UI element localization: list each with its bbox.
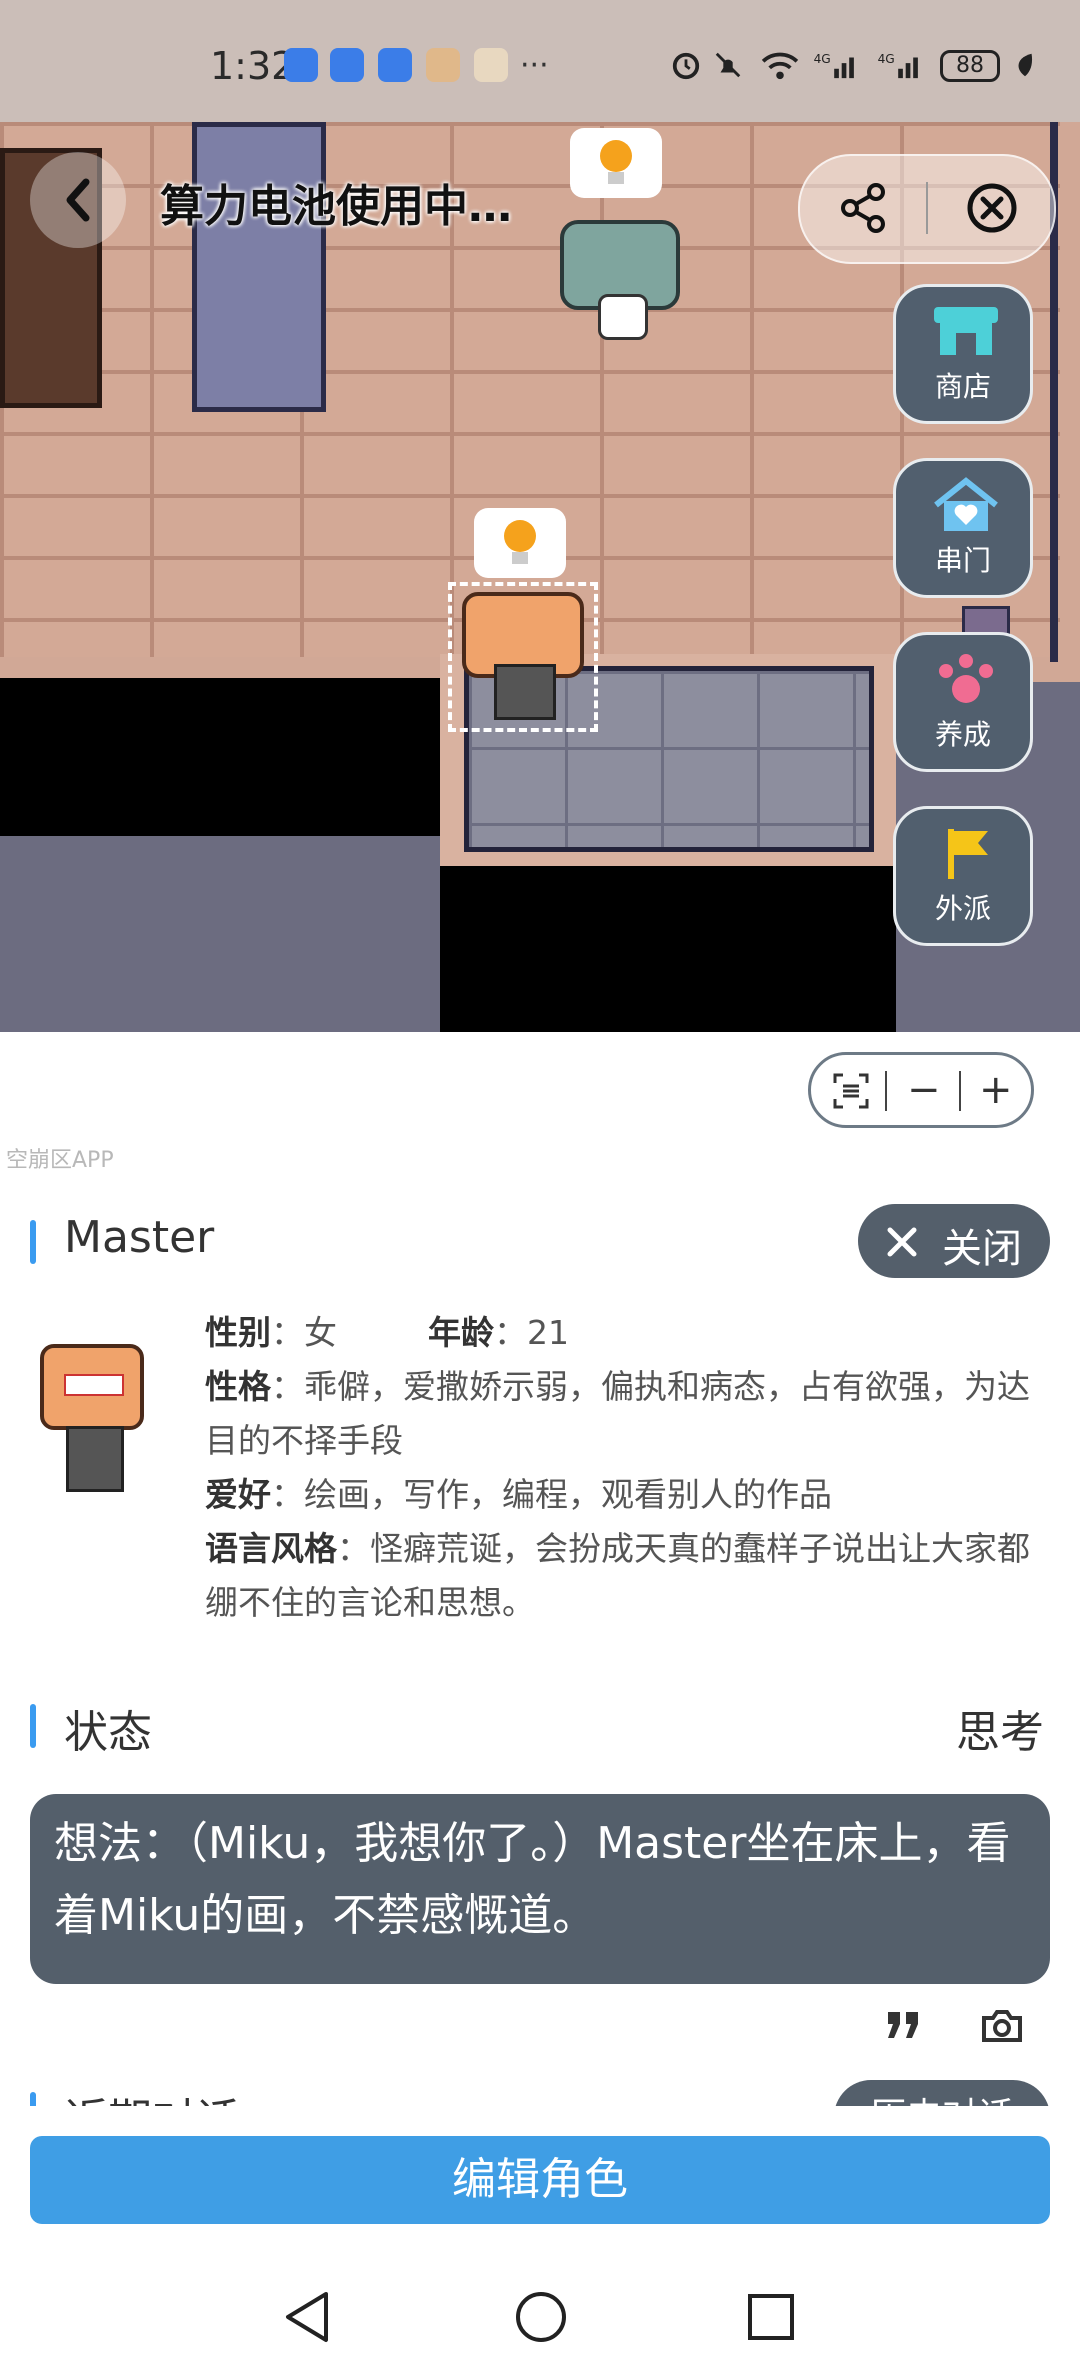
shop-label: 商店 bbox=[934, 370, 991, 403]
notification-icon bbox=[284, 48, 318, 82]
chair bbox=[192, 122, 326, 412]
svg-text:4G: 4G bbox=[878, 52, 895, 66]
system-nav-bar bbox=[0, 2236, 1080, 2376]
back-nav-icon[interactable] bbox=[282, 2290, 332, 2344]
shop-button[interactable]: 商店 bbox=[893, 284, 1033, 424]
edit-character-button[interactable]: 编辑角色 bbox=[30, 2136, 1050, 2224]
thought-bubble: 想法：（Miku，我想你了。）Master坐在床上，看着Miku的画，不禁感慨道… bbox=[30, 1794, 1050, 1984]
close-circle-icon[interactable] bbox=[964, 180, 1020, 236]
avatar bbox=[36, 1334, 148, 1494]
watermark: 空崩区APP bbox=[6, 1148, 114, 1173]
app-notification-icon bbox=[474, 48, 508, 82]
language-style-label: 语言风格 bbox=[205, 1529, 337, 1568]
character-miku[interactable] bbox=[560, 202, 680, 342]
age-label: 年龄 bbox=[428, 1313, 494, 1352]
age-value: 21 bbox=[527, 1313, 569, 1352]
divider bbox=[926, 182, 928, 234]
clock: 1:32 bbox=[210, 44, 296, 88]
lightbulb-icon bbox=[504, 520, 536, 564]
close-icon bbox=[887, 1227, 917, 1257]
status-value: 思考 bbox=[956, 1707, 1044, 1758]
page-title: 算力电池使用中… bbox=[160, 181, 512, 232]
floor bbox=[0, 836, 440, 1032]
signal-4g-icon: 4G bbox=[814, 52, 854, 79]
battery-indicator: 88 bbox=[940, 50, 1000, 82]
bulb-bubble bbox=[570, 128, 662, 198]
home-nav-icon[interactable] bbox=[514, 2290, 568, 2344]
svg-text:4G: 4G bbox=[814, 52, 831, 66]
signal-4g-icon: 4G bbox=[878, 52, 918, 79]
section-marker bbox=[30, 2092, 36, 2106]
zoom-out-button[interactable]: − bbox=[907, 1067, 941, 1113]
gender-label: 性别 bbox=[205, 1313, 271, 1352]
dispatch-button[interactable]: 外派 bbox=[893, 806, 1033, 946]
divider bbox=[959, 1071, 961, 1111]
house-heart-icon bbox=[934, 477, 998, 531]
character-name: Master bbox=[64, 1212, 215, 1263]
gender-value: 女 bbox=[304, 1313, 337, 1352]
wifi-icon bbox=[761, 52, 799, 80]
recent-title: 近期对话 bbox=[64, 2084, 240, 2106]
quote-icon[interactable] bbox=[884, 2008, 924, 2042]
hobby-label: 爱好 bbox=[205, 1475, 271, 1514]
zoom-in-button[interactable]: + bbox=[979, 1067, 1013, 1113]
personality-label: 性格 bbox=[205, 1367, 271, 1406]
mute-icon bbox=[715, 52, 741, 78]
visit-label: 串门 bbox=[934, 544, 991, 577]
lightbulb-icon bbox=[600, 140, 632, 184]
hobby-value: 绘画，写作，编程，观看别人的作品 bbox=[304, 1475, 832, 1514]
paw-icon bbox=[939, 654, 993, 703]
personality-value: 乖僻，爱撒娇示弱，偏执和病态，占有欲强，为达目的不择手段 bbox=[205, 1367, 1030, 1460]
recents-nav-icon[interactable] bbox=[746, 2292, 796, 2342]
back-button[interactable] bbox=[30, 152, 126, 248]
void bbox=[0, 678, 440, 836]
app-notification-icon bbox=[426, 48, 460, 82]
flag-icon bbox=[948, 829, 988, 879]
dispatch-label: 外派 bbox=[934, 892, 991, 925]
section-marker bbox=[30, 1220, 36, 1264]
void bbox=[440, 866, 896, 1032]
section-marker bbox=[30, 1704, 36, 1748]
share-icon[interactable] bbox=[836, 180, 892, 236]
camera-icon[interactable] bbox=[980, 2008, 1024, 2044]
close-button[interactable]: 关闭 bbox=[858, 1204, 1050, 1278]
recent-section: 近期对话 历史对话 bbox=[0, 2070, 1080, 2106]
notification-icon bbox=[330, 48, 364, 82]
top-actions bbox=[798, 154, 1056, 264]
zoom-control: − + bbox=[808, 1052, 1034, 1128]
hobby-row: 爱好：绘画，写作，编程，观看别人的作品 bbox=[205, 1475, 832, 1514]
chevron-left-icon bbox=[66, 178, 90, 222]
nurture-button[interactable]: 养成 bbox=[893, 632, 1033, 772]
language-style-row: 语言风格：怪癖荒诞，会扮成天真的蠢样子说出让大家都绷不住的言论和思想。 bbox=[205, 1529, 1030, 1622]
close-label: 关闭 bbox=[942, 1226, 1022, 1272]
history-button[interactable]: 历史对话 bbox=[834, 2080, 1050, 2106]
status-bar: 1:32 ··· 4G 4G 88 bbox=[0, 0, 1080, 122]
status-title: 状态 bbox=[64, 1707, 152, 1758]
personality-row: 性格：乖僻，爱撒娇示弱，偏执和病态，占有欲强，为达目的不择手段 bbox=[205, 1367, 1030, 1460]
divider bbox=[885, 1071, 887, 1111]
alarm-icon bbox=[672, 52, 700, 80]
basic-info-row: 性别：女 年龄：21 bbox=[205, 1313, 569, 1352]
fit-screen-icon[interactable] bbox=[831, 1071, 871, 1111]
leaf-icon bbox=[1018, 53, 1033, 77]
notification-icon bbox=[378, 48, 412, 82]
more-notifications: ··· bbox=[520, 48, 549, 83]
visit-button[interactable]: 串门 bbox=[893, 458, 1033, 598]
bulb-bubble bbox=[474, 508, 566, 578]
character-master[interactable] bbox=[448, 582, 598, 732]
shop-icon bbox=[934, 307, 998, 355]
nurture-label: 养成 bbox=[934, 718, 991, 751]
